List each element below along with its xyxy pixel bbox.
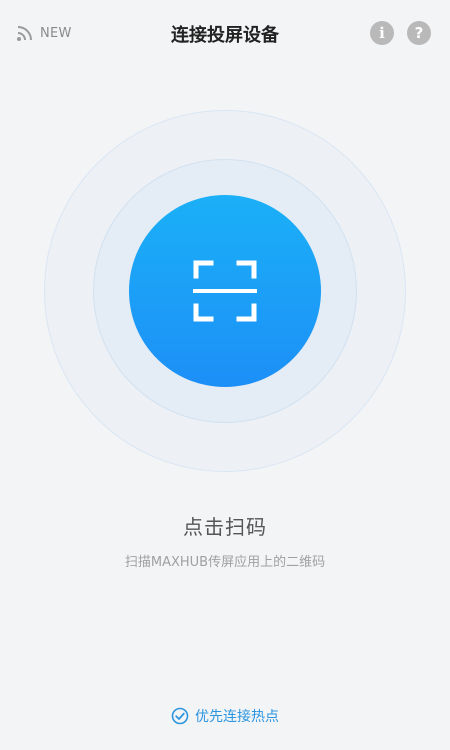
scan-button[interactable] (129, 195, 321, 387)
scan-hint: 扫描MAXHUB传屏应用上的二维码 (124, 555, 326, 570)
scan-label: 点击扫码 (183, 515, 267, 539)
screen: NEW 连接投屏设备 i ? 点击扫码 扫描MAXHUB传屏应用上的二维码 优先… (0, 0, 450, 750)
check-circle-icon (171, 707, 189, 725)
help-icon[interactable]: ? (407, 21, 431, 45)
scan-frame-icon (193, 260, 257, 322)
prefer-hotspot-label: 优先连接热点 (195, 709, 279, 725)
header: NEW 连接投屏设备 i ? (0, 0, 450, 68)
prefer-hotspot-option[interactable]: 优先连接热点 (0, 706, 450, 726)
info-icon[interactable]: i (370, 21, 394, 45)
